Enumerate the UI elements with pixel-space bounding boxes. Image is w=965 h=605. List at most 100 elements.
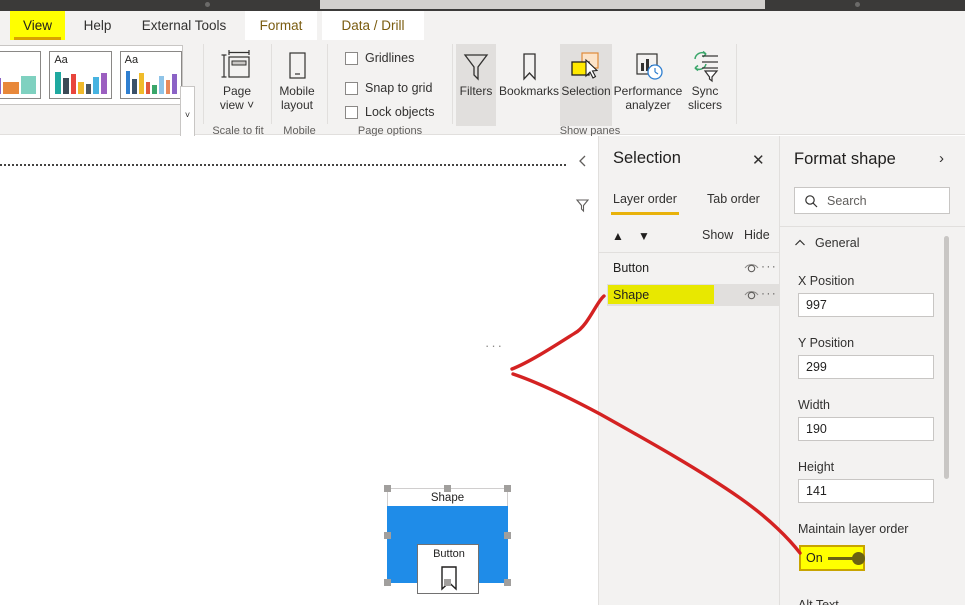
selection-pane-title: Selection — [613, 149, 681, 167]
performance-analyzer-icon — [636, 53, 663, 80]
eye-icon[interactable] — [744, 288, 759, 301]
show-all-button[interactable]: Show — [702, 228, 733, 242]
format-pane-divider — [780, 226, 965, 227]
filter-funnel-icon[interactable] — [575, 198, 590, 213]
resize-handle-e[interactable] — [504, 532, 511, 539]
title-bar-search-box[interactable] — [320, 0, 765, 9]
format-pane-scrollbar[interactable] — [944, 236, 949, 479]
tab-data-drill[interactable]: Data / Drill — [322, 11, 424, 40]
layer-item-shape[interactable]: Shape ··· — [607, 284, 780, 306]
theme-thumbnail-selected[interactable]: Aa — [119, 51, 182, 99]
maintain-layer-order-toggle-state: On — [806, 551, 823, 565]
x-position-label: X Position — [798, 274, 855, 288]
button-visual[interactable]: Button — [417, 544, 479, 594]
page-view-button[interactable]: Page view ˅ — [212, 50, 262, 112]
tab-view[interactable]: View — [10, 11, 65, 40]
toggle-track — [827, 556, 854, 560]
layer-item-menu-icon[interactable]: ··· — [761, 259, 777, 273]
bookmark-icon — [441, 566, 457, 591]
chevron-left-icon[interactable] — [576, 154, 590, 168]
tab-external-tools[interactable]: External Tools — [126, 11, 242, 40]
resize-handle-w[interactable] — [384, 532, 391, 539]
sync-slicers-icon — [694, 50, 719, 83]
maintain-layer-order-toggle[interactable]: On — [806, 551, 865, 565]
tab-format-label: Format — [259, 18, 303, 33]
resize-handle-ne[interactable] — [504, 485, 511, 492]
shape-visual[interactable]: Shape Button — [384, 485, 511, 594]
resize-handle-n[interactable] — [444, 485, 451, 492]
mobile-layout-button[interactable]: Mobile layout — [276, 50, 318, 112]
canvas-dotted-guide — [0, 164, 566, 166]
maintain-layer-order-label: Maintain layer order — [798, 522, 909, 536]
eye-icon[interactable] — [744, 261, 759, 274]
section-general-header[interactable]: General — [794, 236, 859, 250]
shape-title: Shape — [430, 491, 465, 504]
selection-pane-divider — [599, 252, 780, 253]
theme-thumbnail[interactable]: Aa — [49, 51, 112, 99]
tab-help[interactable]: Help — [75, 11, 120, 40]
button-visual-label: Button — [433, 548, 465, 560]
tab-external-tools-label: External Tools — [141, 18, 227, 33]
hide-all-button[interactable]: Hide — [744, 228, 770, 242]
resize-handle-nw[interactable] — [384, 485, 391, 492]
height-value: 141 — [806, 484, 827, 498]
filters-pane-button[interactable]: Filters — [456, 44, 496, 126]
lock-objects-checkbox[interactable] — [345, 105, 358, 119]
bookmarks-pane-button[interactable]: Bookmarks — [498, 44, 560, 126]
theme-thumbnail-bars — [55, 68, 107, 94]
search-icon — [805, 195, 818, 208]
resize-handle-s[interactable] — [444, 579, 451, 586]
page-view-button-label: Page view ˅ — [219, 84, 255, 112]
layer-item-menu-icon[interactable]: ··· — [761, 286, 777, 300]
move-layer-up-button[interactable]: ▲ — [612, 229, 624, 243]
snap-to-grid-checkbox-row[interactable]: Snap to grid — [345, 81, 432, 95]
snap-to-grid-checkbox[interactable] — [345, 81, 358, 95]
x-position-input[interactable]: 997 — [798, 293, 934, 317]
width-label: Width — [798, 398, 830, 412]
window-title-bar — [0, 0, 965, 11]
bookmarks-pane-button-label: Bookmarks — [498, 84, 560, 98]
report-canvas[interactable]: Shape Button — [0, 136, 566, 605]
snap-to-grid-label: Snap to grid — [365, 81, 433, 95]
sync-slicers-button[interactable]: Sync slicers — [683, 44, 727, 126]
tab-layer-order-underline — [611, 212, 679, 215]
visual-more-options-icon[interactable]: ··· — [485, 338, 504, 353]
search-input-placeholder: Search — [827, 194, 867, 208]
gridlines-checkbox-row[interactable]: Gridlines — [345, 51, 414, 65]
tab-layer-order[interactable]: Layer order — [613, 192, 677, 206]
alt-text-label: Alt Text — [798, 598, 839, 605]
performance-analyzer-button[interactable]: Performance analyzer — [613, 44, 683, 126]
group-divider — [452, 44, 453, 124]
selection-panes-icon — [571, 52, 599, 79]
title-bar-dot-left — [205, 2, 210, 7]
tab-format[interactable]: Format — [245, 11, 317, 40]
mobile-layout-icon — [289, 52, 306, 79]
title-bar-dot-right — [855, 2, 860, 7]
width-input[interactable]: 190 — [798, 417, 934, 441]
close-icon[interactable]: ✕ — [752, 151, 765, 169]
shape-body[interactable]: Button — [387, 506, 508, 594]
theme-thumbnail[interactable]: Aa — [0, 51, 42, 99]
y-position-input[interactable]: 299 — [798, 355, 934, 379]
chevron-up-icon — [795, 239, 805, 246]
layer-item-button[interactable]: Button ··· — [607, 257, 780, 279]
power-bi-window: View Help External Tools Format Data / D… — [0, 0, 965, 605]
resize-handle-se[interactable] — [504, 579, 511, 586]
filters-rail: Filters — [566, 136, 620, 605]
height-input[interactable]: 141 — [798, 479, 934, 503]
selection-pane-button[interactable]: Selection — [560, 44, 612, 126]
theme-gallery[interactable]: Aa Aa Aa — [0, 45, 183, 105]
tab-layer-order-label: Layer order — [613, 192, 677, 206]
ribbon-tab-strip: View Help External Tools Format Data / D… — [0, 11, 965, 40]
gridlines-checkbox[interactable] — [345, 51, 358, 65]
lock-objects-checkbox-row[interactable]: Lock objects — [345, 105, 434, 119]
search-input[interactable]: Search — [794, 187, 950, 214]
theme-thumbnail-bars — [0, 68, 37, 94]
chevron-right-icon[interactable]: › — [939, 150, 944, 167]
sync-slicers-button-label: Sync slicers — [687, 84, 722, 112]
resize-handle-sw[interactable] — [384, 579, 391, 586]
move-layer-down-button[interactable]: ▼ — [638, 229, 650, 243]
format-pane-title: Format shape — [794, 150, 896, 168]
tab-tab-order[interactable]: Tab order — [707, 192, 760, 206]
tab-tab-order-label: Tab order — [707, 192, 760, 206]
